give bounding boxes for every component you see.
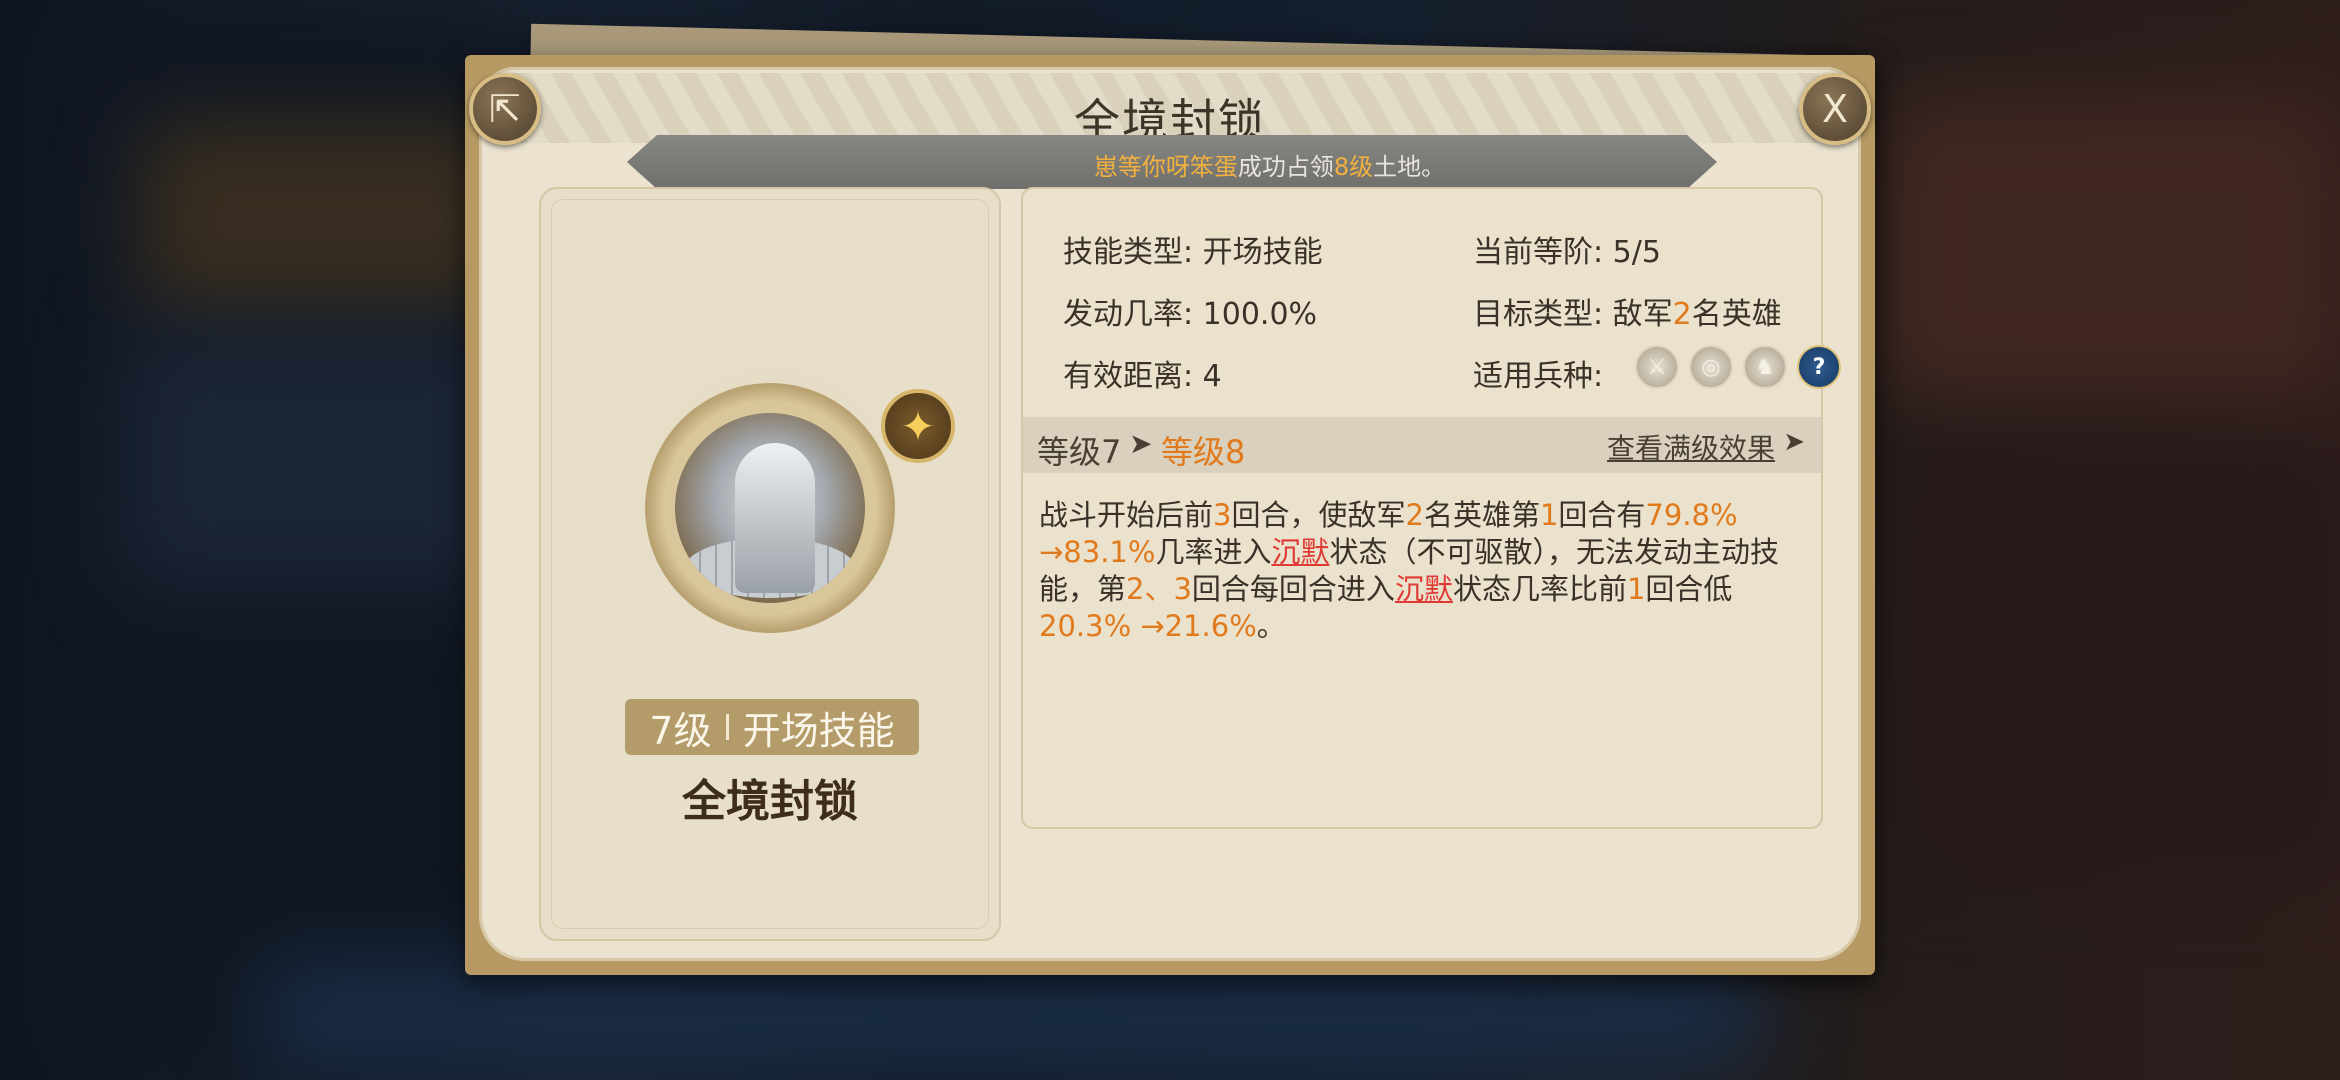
- desc-text: 。: [1256, 609, 1286, 643]
- skill-type-row: 技能类型: 开场技能: [1063, 227, 1323, 271]
- close-button[interactable]: X: [1799, 73, 1871, 145]
- notice-level: 8级: [1333, 153, 1374, 181]
- skill-level-badge: 7级 开场技能: [625, 699, 919, 755]
- share-button[interactable]: ⇱: [469, 73, 541, 145]
- trigger-rate-value: 100.0%: [1202, 297, 1318, 332]
- silence-status-link[interactable]: 沉默: [1271, 535, 1329, 569]
- trigger-rate-label: 发动几率:: [1063, 297, 1194, 332]
- notice-text: 崽等你呀笨蛋成功占领8级土地。: [627, 147, 1717, 182]
- skill-icon-frame: [645, 383, 895, 633]
- desc-text: 回合低: [1645, 572, 1733, 606]
- dialog-body: 全境封锁 崽等你呀笨蛋成功占领8级土地。 ✦ 7级 开场技能 全境封锁 技能类型…: [479, 67, 1861, 961]
- troop-type-row: 适用兵种:: [1473, 351, 1603, 395]
- range-row: 有效距离: 4: [1063, 351, 1222, 395]
- desc-value: 20.3%: [1039, 609, 1132, 643]
- notice-ribbon: 崽等你呀笨蛋成功占领8级土地。: [627, 135, 1717, 189]
- star-badge-icon: ✦: [881, 389, 955, 463]
- desc-number: 1: [1626, 572, 1646, 606]
- desc-number: 3: [1213, 498, 1232, 532]
- level-arrow-icon: ➤: [1129, 427, 1153, 460]
- level-compare-bar: 等级7 ➤ 等级8 查看满级效果 ➤: [1023, 417, 1821, 473]
- desc-number: 1: [1539, 498, 1559, 532]
- desc-text: 回合，使敌军: [1231, 498, 1406, 532]
- target-type-row: 目标类型: 敌军2名英雄: [1473, 289, 1782, 333]
- max-level-arrow-icon[interactable]: ➤: [1783, 427, 1805, 457]
- skill-type-tag: 开场技能: [742, 708, 895, 753]
- target-type-count: 2: [1672, 297, 1692, 332]
- silence-status-link[interactable]: 沉默: [1395, 572, 1453, 606]
- strategist-figure-art: [735, 443, 815, 593]
- range-value: 4: [1202, 359, 1222, 394]
- target-type-value: 敌军2名英雄: [1613, 297, 1782, 332]
- current-rank-value: 5/5: [1612, 235, 1661, 270]
- skill-type-label: 技能类型:: [1063, 235, 1194, 270]
- view-max-level-link[interactable]: 查看满级效果: [1607, 427, 1775, 467]
- skill-card: ✦ 7级 开场技能 全境封锁: [539, 187, 1001, 941]
- desc-text: 状态几率比前: [1452, 572, 1627, 606]
- target-type-label: 目标类型:: [1473, 297, 1604, 332]
- badge-divider: [725, 714, 729, 740]
- notice-tail: 土地。: [1373, 153, 1446, 181]
- range-label: 有效距离:: [1063, 359, 1194, 394]
- desc-text: 回合有: [1558, 498, 1646, 532]
- level-to: 等级8: [1161, 433, 1246, 471]
- troop-type-icons: ⚔ ◎ ♞ ?: [1635, 345, 1841, 389]
- skill-dialog: 全境封锁 崽等你呀笨蛋成功占领8级土地。 ✦ 7级 开场技能 全境封锁 技能类型…: [465, 55, 1875, 975]
- desc-number: 2: [1405, 498, 1424, 532]
- desc-text: 回合每回合进入: [1191, 572, 1395, 606]
- current-rank-row: 当前等阶: 5/5: [1473, 227, 1661, 271]
- trigger-rate-row: 发动几率: 100.0%: [1063, 289, 1317, 333]
- horse-icon[interactable]: ♞: [1743, 345, 1787, 389]
- bow-target-icon[interactable]: ◎: [1689, 345, 1733, 389]
- skill-name: 全境封锁: [682, 776, 858, 827]
- skill-description: 战斗开始后前3回合，使敌军2名英雄第1回合有79.8% →83.1%几率进入沉默状…: [1039, 497, 1809, 645]
- question-icon[interactable]: ?: [1797, 345, 1841, 389]
- desc-text: 几率进入: [1155, 535, 1272, 569]
- skill-level: 7级: [649, 708, 712, 753]
- sword-icon[interactable]: ⚔: [1635, 345, 1679, 389]
- skill-details: 技能类型: 开场技能 当前等阶: 5/5 发动几率: 100.0% 目标类型: …: [1021, 187, 1841, 829]
- notice-player-name[interactable]: 崽等你呀笨蛋: [1094, 153, 1238, 181]
- desc-number: 2、3: [1126, 572, 1192, 606]
- desc-value: 79.8%: [1645, 498, 1738, 532]
- skill-halo: [621, 339, 921, 639]
- skill-icon[interactable]: [675, 413, 865, 603]
- skill-type-value: 开场技能: [1202, 235, 1323, 270]
- desc-value: →21.6%: [1131, 609, 1257, 643]
- go-board-art: [685, 538, 855, 598]
- desc-text: 战斗开始后前: [1039, 498, 1214, 532]
- target-type-pre: 敌军: [1612, 297, 1673, 332]
- desc-text: 名英雄第: [1423, 498, 1540, 532]
- current-rank-label: 当前等阶:: [1473, 235, 1604, 270]
- level-from: 等级7: [1037, 433, 1122, 471]
- desc-value: →83.1%: [1039, 535, 1156, 569]
- notice-mid: 成功占领: [1237, 153, 1334, 181]
- troop-type-label: 适用兵种:: [1473, 359, 1604, 394]
- target-type-post: 名英雄: [1691, 297, 1782, 332]
